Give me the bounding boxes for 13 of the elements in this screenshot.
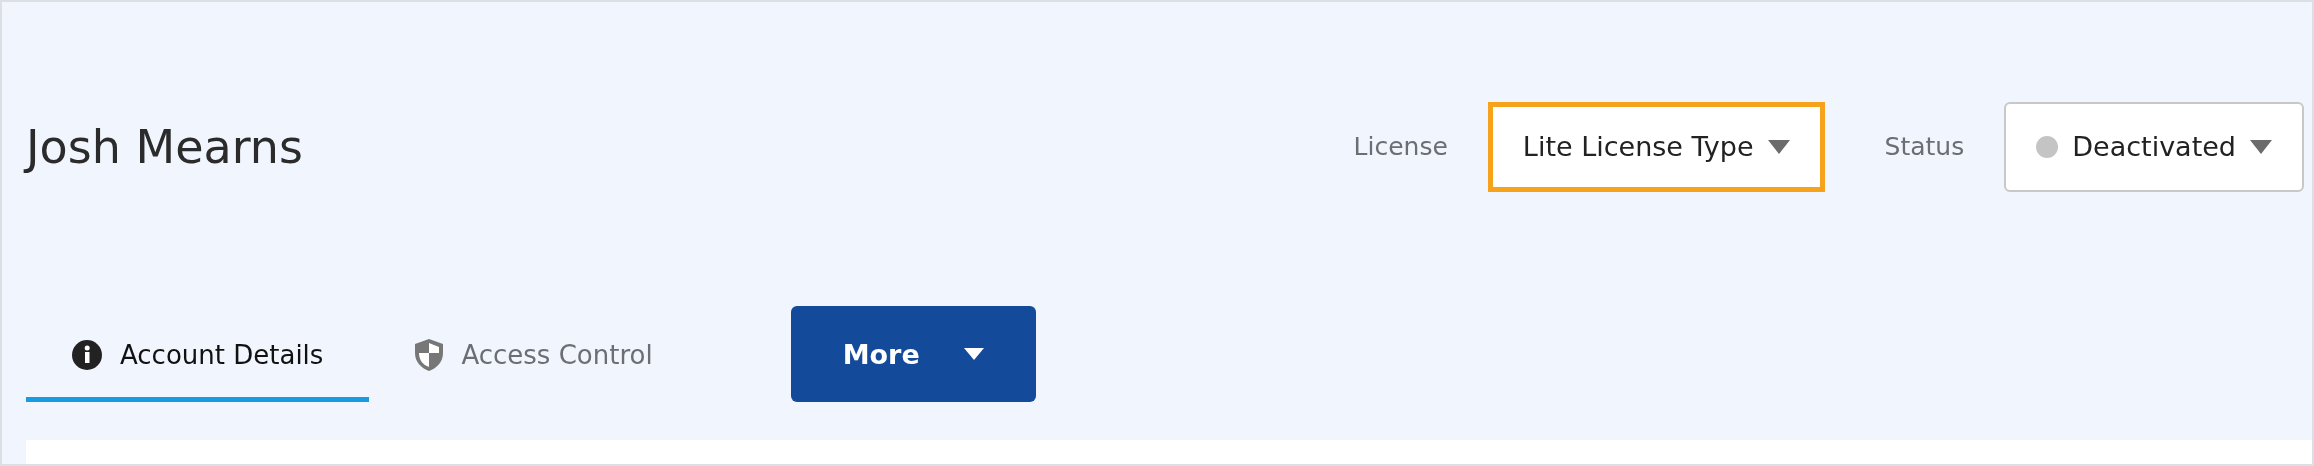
info-icon <box>72 339 102 370</box>
caret-icon <box>2250 139 2272 154</box>
shield-icon <box>415 338 444 371</box>
tab[interactable]: Account Details <box>26 306 370 402</box>
tab[interactable]: Access Control <box>369 306 699 402</box>
caret-icon <box>963 348 984 360</box>
dropdown[interactable]: Deactivated <box>2004 101 2304 192</box>
dropdown[interactable]: Lite License Type <box>1487 101 1825 192</box>
field-label: Status <box>1884 132 1965 161</box>
status-dot-icon <box>2036 135 2059 158</box>
caret-icon <box>1767 139 1790 154</box>
field-label: License <box>1353 132 1448 161</box>
more-button[interactable]: More <box>790 306 1036 402</box>
